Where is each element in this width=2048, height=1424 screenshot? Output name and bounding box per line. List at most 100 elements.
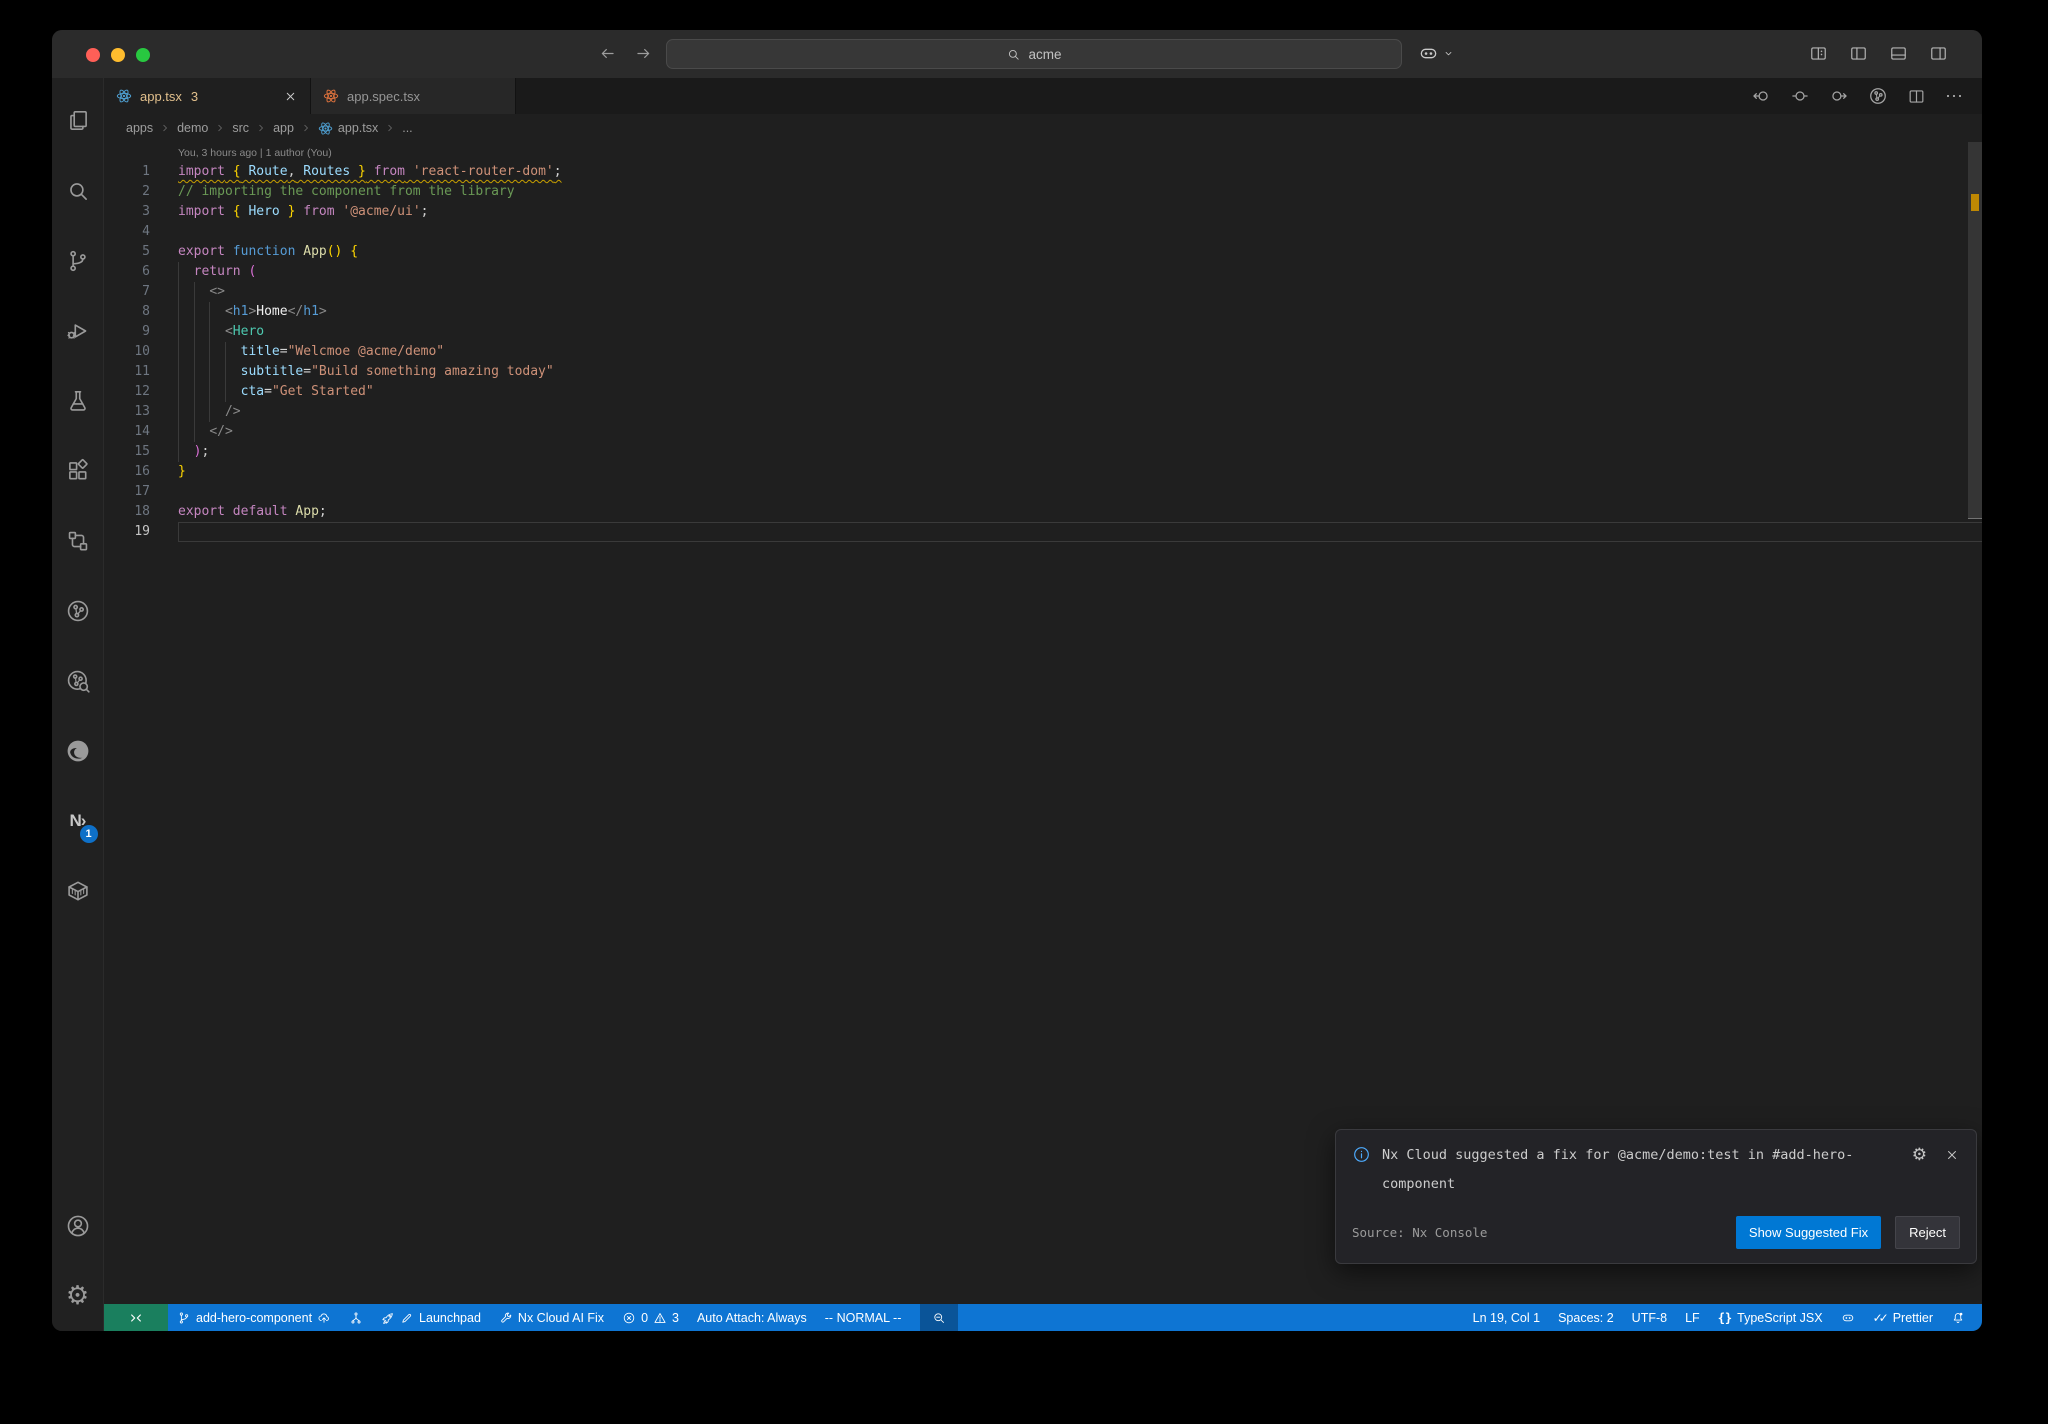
notification-settings-icon[interactable]: ⚙ <box>1912 1147 1927 1164</box>
toggle-panel-button[interactable] <box>1889 44 1908 63</box>
line-number[interactable]: 11 <box>104 362 150 382</box>
line-number[interactable]: 8 <box>104 302 150 322</box>
status-item-zoom-indicator[interactable] <box>920 1304 959 1331</box>
customize-layout-button[interactable] <box>1809 44 1828 63</box>
activity-bar-item-accounts[interactable] <box>52 1191 104 1261</box>
source-control-graph-button[interactable] <box>1868 86 1888 106</box>
line-number[interactable]: 9 <box>104 322 150 342</box>
code-line-8[interactable]: 8 <h1>Home</h1> <box>104 302 1982 322</box>
breadcrumb-item--[interactable]: ... <box>402 121 412 135</box>
line-number[interactable]: 1 <box>104 162 150 182</box>
code-line-9[interactable]: 9 <Hero <box>104 322 1982 342</box>
breadcrumb-item-src[interactable]: src <box>232 121 249 135</box>
status-item-cursor-position[interactable]: Ln 19, Col 1 <box>1464 1304 1549 1331</box>
code-line-1[interactable]: 1 import { Route, Routes } from 'react-ro… <box>104 162 1982 182</box>
code-line-12[interactable]: 12 cta="Get Started" <box>104 382 1982 402</box>
status-item-notifications-bell[interactable] <box>1942 1304 1974 1331</box>
breadcrumb-item-apps[interactable]: apps <box>126 121 153 135</box>
maximize-button[interactable] <box>136 48 150 62</box>
history-back-button[interactable] <box>598 44 617 63</box>
notification-close-icon[interactable] <box>1944 1147 1960 1164</box>
code-line-16[interactable]: 16} <box>104 462 1982 482</box>
status-item-language-mode[interactable]: {} TypeScript JSX <box>1709 1304 1832 1331</box>
minimize-button[interactable] <box>111 48 125 62</box>
breadcrumb-item-app[interactable]: app <box>273 121 294 135</box>
code-line-13[interactable]: 13 /> <box>104 402 1982 422</box>
activity-bar-item-containers[interactable] <box>52 856 104 926</box>
status-item-problems[interactable]: 03 <box>613 1304 688 1331</box>
line-number[interactable]: 4 <box>104 222 150 242</box>
line-number[interactable]: 7 <box>104 282 150 302</box>
command-center[interactable]: acme <box>666 39 1402 69</box>
line-number[interactable]: 6 <box>104 262 150 282</box>
nav-back-button[interactable] <box>1751 86 1771 106</box>
status-item-encoding[interactable]: UTF-8 <box>1623 1304 1676 1331</box>
code-editor[interactable]: You, 3 hours ago | 1 author (You) 1 impor… <box>104 142 1982 1304</box>
reject-button[interactable]: Reject <box>1895 1216 1960 1249</box>
code-line-2[interactable]: 2 // importing the component from the lib… <box>104 182 1982 202</box>
line-number[interactable]: 17 <box>104 482 150 502</box>
close-tab-icon[interactable] <box>283 89 298 104</box>
line-number[interactable]: 18 <box>104 502 150 522</box>
status-item-indentation[interactable]: Spaces: 2 <box>1549 1304 1623 1331</box>
split-editor-button[interactable] <box>1907 87 1926 106</box>
code-line-5[interactable]: 5 export function App() { <box>104 242 1982 262</box>
activity-bar-item-edge-browser[interactable] <box>52 716 104 786</box>
code-line-18[interactable]: 18 export default App; <box>104 502 1982 522</box>
status-item-remote-indicator[interactable] <box>104 1304 168 1331</box>
code-line-17[interactable]: 17 <box>104 482 1982 502</box>
code-line-4[interactable]: 4 <box>104 222 1982 242</box>
toggle-secondary-sidebar-button[interactable] <box>1929 44 1948 63</box>
activity-bar-item-graph-search[interactable] <box>52 646 104 716</box>
status-item-git-branch[interactable]: add-hero-component <box>168 1304 340 1331</box>
code-line-10[interactable]: 10 title="Welcmoe @acme/demo" <box>104 342 1982 362</box>
code-line-3[interactable]: 3 import { Hero } from '@acme/ui'; <box>104 202 1982 222</box>
history-forward-button[interactable] <box>634 44 653 63</box>
record-button[interactable] <box>1790 86 1810 106</box>
activity-bar-item-project-graph[interactable] <box>52 576 104 646</box>
activity-bar-item-search[interactable] <box>52 156 104 226</box>
close-button[interactable] <box>86 48 100 62</box>
activity-bar-item-testing[interactable] <box>52 366 104 436</box>
breadcrumb-item-app-tsx[interactable]: app.tsx <box>318 121 378 136</box>
code-line-6[interactable]: 6 return ( <box>104 262 1982 282</box>
toggle-sidebar-button[interactable] <box>1849 44 1868 63</box>
tab-app-spec-tsx[interactable]: app.spec.tsx <box>311 78 516 114</box>
line-number[interactable]: 12 <box>104 382 150 402</box>
line-number[interactable]: 3 <box>104 202 150 222</box>
more-actions-button[interactable]: ⋯ <box>1945 86 1964 107</box>
line-number[interactable]: 14 <box>104 422 150 442</box>
status-item-formatter[interactable]: ✓✓ Prettier <box>1864 1304 1942 1331</box>
activity-bar-item-extensions[interactable] <box>52 436 104 506</box>
activity-bar-item-source-control[interactable] <box>52 226 104 296</box>
show-suggested-fix-button[interactable]: Show Suggested Fix <box>1735 1216 1882 1249</box>
breadcrumb-item-demo[interactable]: demo <box>177 121 208 135</box>
status-item-vim-mode[interactable]: -- NORMAL -- <box>816 1304 911 1331</box>
code-line-11[interactable]: 11 subtitle="Build something amazing tod… <box>104 362 1982 382</box>
code-line-19[interactable]: 19 <box>104 522 1982 542</box>
line-number[interactable]: 10 <box>104 342 150 362</box>
line-number[interactable]: 19 <box>104 522 150 542</box>
status-item-nx-cloud-ai-fix[interactable]: Nx Cloud AI Fix <box>490 1304 613 1331</box>
status-item-auto-attach[interactable]: Auto Attach: Always <box>688 1304 816 1331</box>
code-line-15[interactable]: 15 ); <box>104 442 1982 462</box>
line-number[interactable]: 13 <box>104 402 150 422</box>
status-item-eol[interactable]: LF <box>1676 1304 1709 1331</box>
copilot-menu-button[interactable] <box>1418 43 1455 64</box>
status-item-source-control-graph[interactable] <box>340 1304 372 1331</box>
line-number[interactable]: 16 <box>104 462 150 482</box>
line-number[interactable]: 2 <box>104 182 150 202</box>
tab-app-tsx[interactable]: app.tsx 3 <box>104 78 311 114</box>
line-number[interactable]: 15 <box>104 442 150 462</box>
activity-bar-item-settings[interactable]: ⚙ <box>52 1261 104 1331</box>
activity-bar-item-run-and-debug[interactable] <box>52 296 104 366</box>
status-item-copilot-status[interactable] <box>1832 1304 1864 1331</box>
activity-bar-item-explorer[interactable] <box>52 86 104 156</box>
line-number[interactable]: 5 <box>104 242 150 262</box>
activity-bar-item-hierarchy[interactable] <box>52 506 104 576</box>
nav-forward-button[interactable] <box>1829 86 1849 106</box>
status-item-launchpad[interactable]: Launchpad <box>372 1304 490 1331</box>
code-line-14[interactable]: 14 </> <box>104 422 1982 442</box>
code-line-7[interactable]: 7 <> <box>104 282 1982 302</box>
activity-bar-item-nx-console[interactable]: N› 1 <box>52 786 104 856</box>
